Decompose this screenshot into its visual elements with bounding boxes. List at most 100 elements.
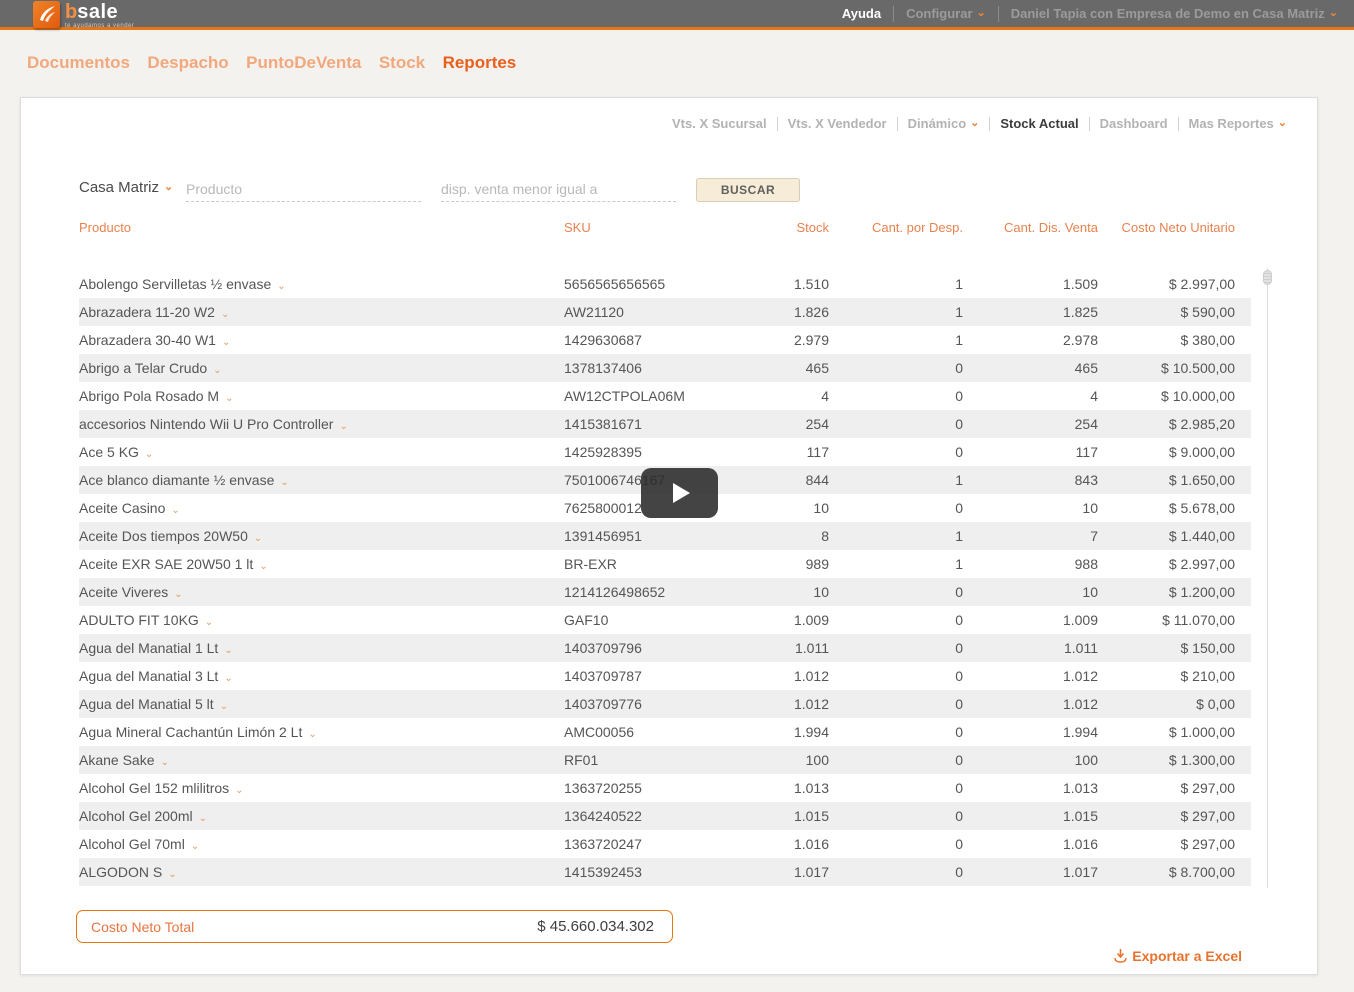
- product-cell: Alcohol Gel 152 mlilitros ⌄: [79, 774, 564, 802]
- nav-reportes[interactable]: Reportes: [443, 53, 517, 72]
- report-subnav: Vts. X Sucursal Vts. X Vendedor Dinámico…: [672, 116, 1287, 131]
- chevron-down-icon[interactable]: ⌄: [308, 729, 316, 740]
- chevron-down-icon[interactable]: ⌄: [339, 421, 347, 432]
- product-cell: Ace 5 KG⌄: [79, 438, 564, 466]
- chevron-down-icon[interactable]: ⌄: [235, 785, 243, 796]
- chevron-down-icon[interactable]: ⌄: [145, 449, 153, 460]
- sku-cell: 1214126498652: [564, 578, 734, 606]
- chevron-down-icon[interactable]: ⌄: [174, 589, 182, 600]
- buscar-button[interactable]: BUSCAR: [696, 178, 800, 202]
- chevron-down-icon[interactable]: ⌄: [161, 757, 169, 768]
- product-filter-input[interactable]: [186, 176, 421, 202]
- subnav-dashboard[interactable]: Dashboard: [1100, 116, 1168, 131]
- table-row: Alcohol Gel 200ml⌄ 1364240522 1.015 0 1.…: [79, 802, 1251, 830]
- col-stock: Stock: [734, 220, 829, 270]
- sku-cell: GAF10: [564, 606, 734, 634]
- cant-dis-venta-cell: 7: [963, 522, 1098, 550]
- video-play-button[interactable]: [641, 468, 718, 518]
- export-excel-link[interactable]: Exportar a Excel: [1114, 948, 1242, 964]
- product-cell: Abrazadera 30-40 W1 ⌄: [79, 326, 564, 354]
- user-menu[interactable]: Daniel Tapia con Empresa de Demo en Casa…: [1011, 6, 1338, 21]
- subnav-dinamico[interactable]: Dinámico ⌄: [908, 116, 980, 131]
- costo-neto-unitario-cell: $ 8.700,00: [1098, 858, 1251, 886]
- chevron-down-icon[interactable]: ⌄: [222, 337, 230, 348]
- configure-menu[interactable]: Configurar ⌄: [906, 6, 986, 21]
- chevron-down-icon[interactable]: ⌄: [221, 309, 229, 320]
- cant-por-desp-cell: 1: [829, 270, 963, 298]
- subnav-mas-reportes[interactable]: Mas Reportes ⌄: [1189, 116, 1287, 131]
- chevron-down-icon[interactable]: ⌄: [213, 365, 221, 376]
- stock-cell: 844: [734, 466, 829, 494]
- cant-por-desp-cell: 0: [829, 634, 963, 662]
- product-name: Aceite Dos tiempos 20W50: [79, 528, 248, 544]
- cant-por-desp-cell: 1: [829, 550, 963, 578]
- chevron-down-icon[interactable]: ⌄: [220, 701, 228, 712]
- costo-neto-unitario-cell: $ 5.678,00: [1098, 494, 1251, 522]
- chevron-down-icon[interactable]: ⌄: [168, 869, 176, 880]
- chevron-down-icon[interactable]: ⌄: [224, 673, 232, 684]
- nav-despacho[interactable]: Despacho: [147, 53, 228, 72]
- topbar: bsale te ayudamos a vender Ayuda Configu…: [0, 0, 1354, 30]
- table-header-row: Producto SKU Stock Cant. por Desp. Cant.…: [79, 220, 1251, 270]
- nav-documentos[interactable]: Documentos: [27, 53, 130, 72]
- help-link[interactable]: Ayuda: [842, 6, 881, 21]
- bsale-logo[interactable]: bsale te ayudamos a vender: [33, 0, 134, 29]
- stock-cell: 10: [734, 494, 829, 522]
- subnav-vts-x-vendedor[interactable]: Vts. X Vendedor: [788, 116, 887, 131]
- product-cell: Agua Mineral Cachantún Limón 2 Lt⌄: [79, 718, 564, 746]
- product-cell: Aceite EXR SAE 20W50 1 lt⌄: [79, 550, 564, 578]
- cant-por-desp-cell: 0: [829, 718, 963, 746]
- product-name: Agua del Manatial 3 Lt: [79, 668, 218, 684]
- disp-venta-filter-input[interactable]: [441, 176, 676, 202]
- cant-dis-venta-cell: 2.978: [963, 326, 1098, 354]
- branch-select[interactable]: Casa Matriz ⌄: [79, 179, 173, 196]
- chevron-down-icon: ⌄: [977, 8, 986, 19]
- topbar-divider: [893, 6, 894, 22]
- nav-stock[interactable]: Stock: [379, 53, 425, 72]
- sku-cell: 1425928395: [564, 438, 734, 466]
- cant-dis-venta-cell: 117: [963, 438, 1098, 466]
- chevron-down-icon[interactable]: ⌄: [225, 393, 233, 404]
- col-cant-dis-venta: Cant. Dis. Venta: [963, 220, 1098, 270]
- chevron-down-icon[interactable]: ⌄: [280, 477, 288, 488]
- chevron-down-icon[interactable]: ⌄: [199, 813, 207, 824]
- costo-neto-unitario-cell: $ 2.985,20: [1098, 410, 1251, 438]
- stock-cell: 1.510: [734, 270, 829, 298]
- table-row: Akane Sake⌄ RF01 100 0 100 $ 1.300,00: [79, 746, 1251, 774]
- subnav-vts-x-sucursal[interactable]: Vts. X Sucursal: [672, 116, 767, 131]
- chevron-down-icon[interactable]: ⌄: [277, 281, 285, 292]
- cant-dis-venta-cell: 10: [963, 494, 1098, 522]
- product-name: Alcohol Gel 152 mlilitros: [79, 780, 229, 796]
- chevron-down-icon[interactable]: ⌄: [254, 533, 262, 544]
- chevron-down-icon[interactable]: ⌄: [205, 617, 213, 628]
- product-name: Abrazadera 30-40 W1: [79, 332, 216, 348]
- stock-cell: 1.012: [734, 690, 829, 718]
- sku-cell: 1378137406: [564, 354, 734, 382]
- table-row: Abrigo Pola Rosado M⌄ AW12CTPOLA06M 4 0 …: [79, 382, 1251, 410]
- costo-neto-unitario-cell: $ 1.200,00: [1098, 578, 1251, 606]
- stock-cell: 2.979: [734, 326, 829, 354]
- subnav-stock-actual[interactable]: Stock Actual: [1000, 116, 1078, 131]
- nav-puntodeventa[interactable]: PuntoDeVenta: [246, 53, 361, 72]
- table-scrollbar-track: [1267, 268, 1268, 888]
- stock-cell: 1.015: [734, 802, 829, 830]
- chevron-down-icon[interactable]: ⌄: [191, 841, 199, 852]
- chevron-down-icon[interactable]: ⌄: [259, 561, 267, 572]
- cant-por-desp-cell: 0: [829, 354, 963, 382]
- stock-cell: 1.009: [734, 606, 829, 634]
- chevron-down-icon[interactable]: ⌄: [224, 645, 232, 656]
- cant-por-desp-cell: 0: [829, 858, 963, 886]
- table-row: Abrigo a Telar Crudo⌄ 1378137406 465 0 4…: [79, 354, 1251, 382]
- cant-dis-venta-cell: 1.009: [963, 606, 1098, 634]
- sku-cell: AMC00056: [564, 718, 734, 746]
- download-icon: [1114, 949, 1127, 963]
- table-row: accesorios Nintendo Wii U Pro Controller…: [79, 410, 1251, 438]
- table-scrollbar-thumb[interactable]: [1263, 270, 1272, 285]
- user-label: Daniel Tapia con Empresa de Demo en Casa…: [1011, 6, 1325, 21]
- stock-cell: 1.826: [734, 298, 829, 326]
- stock-cell: 989: [734, 550, 829, 578]
- branch-select-label: Casa Matriz: [79, 179, 159, 196]
- cant-por-desp-cell: 1: [829, 466, 963, 494]
- stock-cell: 1.016: [734, 830, 829, 858]
- chevron-down-icon[interactable]: ⌄: [171, 505, 179, 516]
